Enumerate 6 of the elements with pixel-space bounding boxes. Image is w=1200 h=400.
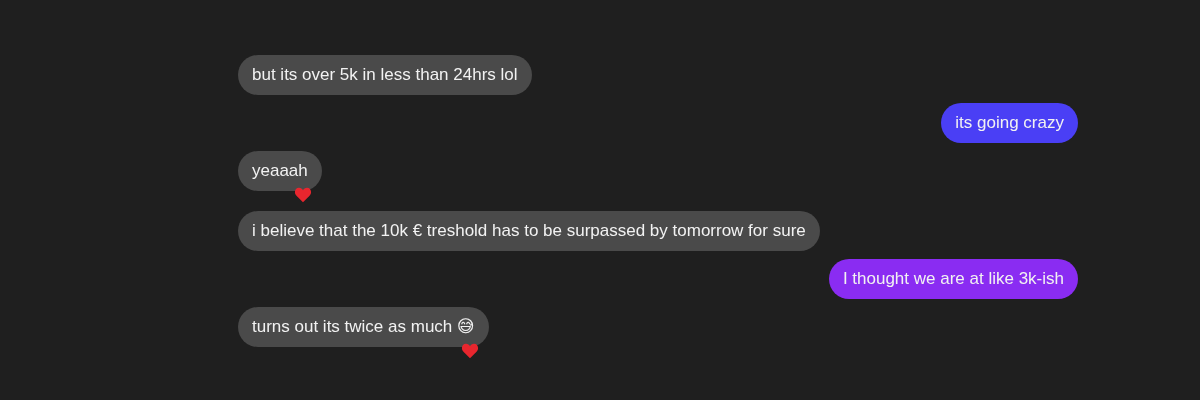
sent-message: I thought we are at like 3k-ish [828, 259, 1078, 299]
received-message: turns out its twice as much 😅 [238, 307, 489, 347]
sent-message: its going crazy [941, 103, 1078, 143]
received-message: but its over 5k in less than 24hrs lol [238, 55, 532, 95]
received-message: yeaaah [238, 151, 322, 191]
received-message: i believe that the 10k € treshold has to be surpassed by tomorrow for sure [238, 211, 820, 251]
